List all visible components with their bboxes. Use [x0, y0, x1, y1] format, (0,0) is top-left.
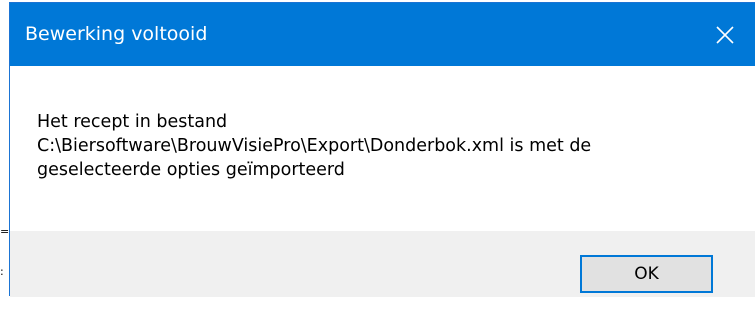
dialog-message: Het recept in bestand C:\Biersoftware\Br… [37, 110, 737, 182]
close-icon [716, 25, 734, 44]
ok-button-label: OK [634, 264, 659, 284]
message-dialog: Bewerking voltooid Het recept in bestand… [9, 2, 755, 297]
dialog-body: Het recept in bestand C:\Biersoftware\Br… [10, 66, 755, 231]
dialog-title: Bewerking voltooid [25, 23, 208, 45]
message-line: geselecteerde opties geïmporteerd [37, 160, 345, 180]
dialog-titlebar[interactable]: Bewerking voltooid [10, 3, 755, 66]
message-line: C:\Biersoftware\BrouwVisiePro\Export\Don… [37, 136, 592, 156]
message-line: Het recept in bestand [37, 112, 228, 132]
dialog-footer: OK [10, 231, 755, 297]
background-text-fragment: : [0, 265, 4, 278]
close-button[interactable] [695, 3, 755, 66]
ok-button[interactable]: OK [580, 255, 713, 293]
background-text-fragment: = [0, 225, 10, 238]
screen: = : Bewerking voltooid Het recept in bes… [0, 0, 755, 315]
